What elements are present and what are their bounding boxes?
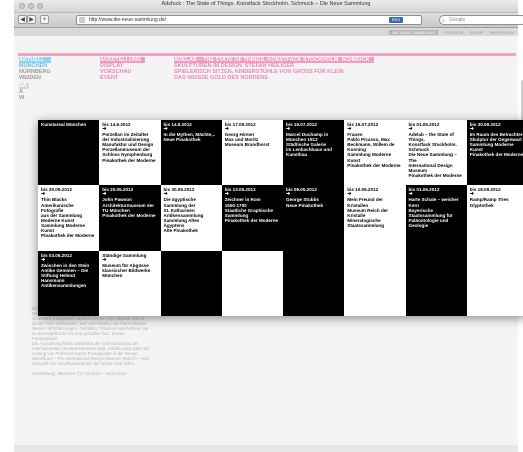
search-icon: ⌕ [442, 18, 445, 24]
page-footer-strip [14, 445, 518, 452]
site-top-links: DIE NEUE SAMMLUNG FÖRDERE SUCHE IMPRESSU… [389, 30, 514, 35]
search-input[interactable]: ⌕ Google [439, 15, 523, 25]
nav-sections: AUSSTELLUNG DISPLAY VORSCHAU EVENT [100, 57, 146, 81]
exhibition-tile[interactable]: bis 10.06.2012 ➜ Mein Freund der Kristallen… [344, 185, 406, 251]
nav-exhibition-weisse-gold[interactable]: DAS WEISSE GOLD DES NORDENS [174, 75, 374, 81]
screenshot: Adsfuck : The State of Things. Konstfack… [0, 0, 523, 452]
exhibition-tile-date: Kunstareal München [41, 122, 87, 127]
window-title: Adsfuck : The State of Things. Konstfack… [161, 1, 371, 7]
forward-button[interactable]: ▶ [27, 15, 36, 24]
top-link-foerdere[interactable]: FÖRDERE [444, 30, 464, 35]
exhibition-tile-text: Pinakothek der Moderne [102, 212, 156, 218]
exhibition-tile[interactable]: bis 30.05.2012 ➜ Die ägyptische Sammlung de… [160, 185, 222, 251]
exhibition-tile[interactable]: Kunstareal München [38, 120, 100, 186]
top-link-sammlung[interactable]: DIE NEUE SAMMLUNG [389, 30, 439, 35]
site-top-bar: DIE NEUE SAMMLUNG FÖRDERE SUCHE IMPRESSU… [14, 28, 518, 36]
exhibition-tile-text: Staatliche Graphische [224, 207, 274, 213]
exhibition-text: der Absolventen nicht nur im Lichte eine… [32, 306, 222, 376]
exhibition-tile[interactable]: bis 01.06.2012 ➜ Harte Schale – weicher Ker… [405, 185, 467, 251]
exhibition-tile[interactable]: bis 15.07.2012 ➜ Frauen Pablo Picasso, Max B… [344, 120, 406, 186]
favicon-icon [79, 17, 85, 23]
exhibition-tile [405, 250, 467, 316]
exhibition-tile[interactable]: bis 14.9.2012 ➜ In die Mythen, Mächte,.. Ne… [160, 120, 222, 186]
exhibition-tile-text: Harte Schale – weicher [408, 197, 459, 203]
exhibition-tile-text: Schloss Nymphenburg [102, 152, 153, 158]
body-line: Auswahl von Abschlussarbeiten der letzte… [32, 361, 136, 366]
exhibition-tile[interactable]: bis 03.06.2012 ➜ Zwischen in den Stein Anti… [38, 250, 100, 316]
exhibition-tile [160, 250, 222, 316]
exhibition-tile-text: Pinakothek der Moderne [224, 217, 279, 223]
nav-cities: AKTUELL MÜNCHEN NÜRNBERG WEIDEN SA A W [19, 57, 51, 101]
exhibition-tile-text: Pinakothek der Moderne [469, 152, 523, 158]
top-link-suche[interactable]: SUCHE [470, 30, 484, 35]
exhibition-tile-text: Die Neue Sammlung – The [408, 152, 457, 163]
add-bookmark-button[interactable]: + [40, 15, 49, 24]
search-placeholder: Google [449, 17, 466, 23]
exhibition-tile-text: Geologie [408, 222, 429, 228]
exhibition-tile [283, 250, 345, 316]
exhibition-tile [344, 250, 406, 316]
exhibition-tile-text: Amerikanische Fotografie [41, 202, 74, 213]
url-text: http://www.die-neue-sammlung.de/ [89, 17, 166, 23]
exhibition-tile-text: Glyptothek [469, 202, 494, 208]
exhibition-tile[interactable]: bis 18.09.2012 ➜ Ramp/Ramp Tries Glyptothek [466, 185, 523, 251]
address-bar[interactable]: http://www.die-neue-sammlung.de/ RSS [76, 15, 422, 25]
exhibition-tile-text: München [102, 272, 123, 278]
exhibition-tile[interactable]: bis 06.05.2012 ➜ George Stubbs Neue Pinakot… [283, 185, 345, 251]
exhibition-tile[interactable]: bis 30.09.2012 ➜ Thin Blacks Amerikanische … [38, 185, 100, 251]
window-titlebar: Adsfuck : The State of Things. Konstfack… [14, 0, 518, 13]
nav-accent-bar [18, 53, 516, 56]
exhibition-tile-text: Pinakothek der Moderne [408, 172, 462, 178]
browser-toolbar: ◀ ▶ + http://www.die-neue-sammlung.de/ R… [14, 13, 523, 28]
exhibition-tile-text: Staatssammlung [347, 222, 385, 228]
nav-exhibitions: ADELAB – THE STATE OF THINGS. KONSTFACK … [174, 57, 374, 81]
exhibition-tile-text: Pinakothek der Moderne [41, 233, 95, 239]
exhibition-tile-text: Alte Pinakothek [163, 227, 198, 233]
exhibition-tile[interactable]: bis 01.05.2012 ➜ Adelab – the State of Thin… [405, 120, 467, 186]
exhibition-tile-text: Architekturmuseum der [102, 202, 155, 208]
exhibition-tile [221, 250, 283, 316]
exhibition-grid-overlay: Kunstareal München bis 14.9.2012 ➜ Porzella… [38, 120, 523, 316]
nav-section-event[interactable]: EVENT [100, 75, 145, 81]
exhibition-tile[interactable]: bis 14.9.2012 ➜ Porzellan im Zeitalter der … [99, 120, 161, 186]
exhibition-tile[interactable]: bis 30.09.2012 ➜ Im Raum des Betrachters Sk… [466, 120, 523, 186]
exhibition-tile-text: Neue Pinakothek [163, 137, 201, 143]
exhibition-tile [466, 250, 523, 316]
exhibition-tile[interactable]: bis 15.07.2012 ➜ Marcel Duchamp in München … [283, 120, 345, 186]
exhibition-tile-text: Neue Pinakothek [286, 202, 324, 208]
exhibition-tile-text: Museum Brandhorst [224, 142, 270, 148]
exhibition-tile-text: Antikensammlungen [41, 283, 87, 289]
exhibition-tile[interactable]: bis 20.05.2012 ➜ John Pawson Architekturmus… [99, 185, 161, 251]
rss-button[interactable]: RSS [388, 17, 403, 23]
exhibition-tile-text: Kunstbau [286, 152, 308, 158]
exhibition-tile[interactable]: bis 13.05.2012 ➜ Zeichner in Rom 1550-1700 S… [221, 185, 283, 251]
nav-city-weiden[interactable]: WEIDEN [19, 75, 51, 81]
back-button[interactable]: ◀ [18, 15, 27, 24]
exhibition-tile-text: Pinakothek der Moderne [102, 157, 156, 163]
exhibition-location: Ausstellung | München | 17.03.2012 – 28.… [32, 371, 127, 376]
exhibition-tile-text: Pinakothek der Moderne [347, 162, 401, 168]
exhibition-tile[interactable]: bis 17.09.2012 ➜ Georg Hirmer Max und Morit… [221, 120, 283, 186]
nav-ghost-3: W [19, 95, 25, 101]
top-link-impressum[interactable]: IMPRESSUM [490, 30, 514, 35]
exhibition-tile[interactable]: Ständige Sammlung ➜ Museum für Abgüsse klas… [99, 250, 161, 316]
